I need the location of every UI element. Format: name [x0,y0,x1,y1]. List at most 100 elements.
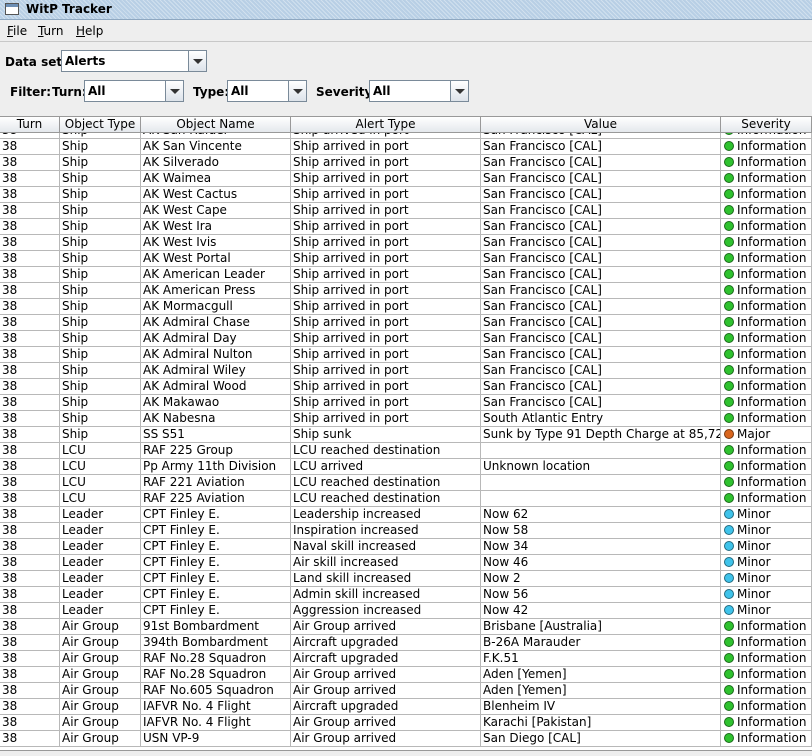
cell-object-name: AK Nabesna [141,411,291,427]
severity-filter-select[interactable]: All [369,80,469,102]
cell-severity: Information [721,155,812,171]
cell-severity: Minor [721,539,812,555]
table-row[interactable]: 38 Ship AK Waimea Ship arrived in port San F… [0,171,812,187]
table-row[interactable]: 38 Leader CPT Finley E. Aggression increase… [0,603,812,619]
cell-severity: Minor [721,603,812,619]
chevron-down-icon[interactable] [165,81,183,101]
severity-label: Major [737,427,771,441]
table-row[interactable]: 38 LCU RAF 225 Group LCU reached destinatio… [0,443,812,459]
severity-status-icon [724,477,734,487]
table-row[interactable]: 38 Ship AK West Portal Ship arrived in port… [0,251,812,267]
cell-object-name: RAF 225 Group [141,443,291,459]
severity-status-icon [724,301,734,311]
table-row[interactable]: 38 Air Group RAF No.605 Squadron Air Group … [0,683,812,699]
column-header-value[interactable]: Value [481,117,721,132]
column-header-alert-type[interactable]: Alert Type [291,117,481,132]
cell-severity: Information [721,635,812,651]
table-row[interactable]: 38 Leader CPT Finley E. Admin skill increas… [0,587,812,603]
dataset-select[interactable]: Alerts [61,50,207,72]
table-row[interactable]: 38 Ship SS S51 Ship sunk Sunk by Type 91 Dep… [0,427,812,443]
table-row[interactable]: 38 Ship AK Admiral Chase Ship arrived in po… [0,315,812,331]
table-row[interactable]: 38 Ship AK Admiral Day Ship arrived in port… [0,331,812,347]
cell-value: South Atlantic Entry [481,411,721,427]
table-row[interactable]: 38 Ship AK West Cape Ship arrived in port Sa… [0,203,812,219]
severity-status-icon [724,717,734,727]
severity-label: Information [737,251,807,265]
table-row[interactable]: 38 Ship AK Silverado Ship arrived in port Sa… [0,155,812,171]
turn-filter-select[interactable]: All [84,80,184,102]
alerts-table-body[interactable]: 38ShipAK San RafaelShip arrived in portS… [0,123,812,747]
table-row[interactable]: 38 Leader CPT Finley E. Land skill increase… [0,571,812,587]
table-row[interactable]: 38 Leader CPT Finley E. Naval skill increas… [0,539,812,555]
cell-value: San Francisco [CAL] [481,235,721,251]
table-row[interactable]: 38 Air Group RAF No.28 Squadron Air Group a… [0,667,812,683]
table-row[interactable]: 38 Air Group IAFVR No. 4 Flight Air Group a… [0,715,812,731]
table-row[interactable]: 38 Air Group 91st Bombardment Air Group arr… [0,619,812,635]
cell-severity: Information [721,331,812,347]
cell-turn: 38 [0,619,60,635]
chevron-down-icon[interactable] [288,81,306,101]
cell-object-name: CPT Finley E. [141,523,291,539]
table-row[interactable]: 38 Ship AK Admiral Wiley Ship arrived in po… [0,363,812,379]
cell-severity: Information [721,251,812,267]
table-row[interactable]: 38 Ship AK West Ivis Ship arrived in port Sa… [0,235,812,251]
table-row[interactable]: 38 Air Group USN VP-9 Air Group arrived San … [0,731,812,747]
cell-alert-type: Ship arrived in port [291,379,481,395]
table-row[interactable]: 38 LCU RAF 221 Aviation LCU reached destina… [0,475,812,491]
cell-turn: 38 [0,491,60,507]
menu-help[interactable]: Help [76,24,103,38]
table-row[interactable]: 38 Ship AK San Vincente Ship arrived in por… [0,139,812,155]
cell-turn: 38 [0,219,60,235]
table-row[interactable]: 38 Air Group 394th Bombardment Aircraft upg… [0,635,812,651]
alerts-table[interactable]: 38ShipAK San RafaelShip arrived in portS… [0,116,812,751]
severity-label: Information [737,171,807,185]
table-row[interactable]: 38 Leader CPT Finley E. Leadership increase… [0,507,812,523]
menu-turn[interactable]: Turn [38,24,63,38]
cell-object-type: Air Group [60,683,141,699]
cell-value: Now 46 [481,555,721,571]
cell-object-type: LCU [60,443,141,459]
severity-label: Information [737,699,807,713]
table-row[interactable]: 38 Ship AK West Ira Ship arrived in port San… [0,219,812,235]
cell-severity: Information [721,731,812,747]
table-row[interactable]: 38 Ship AK Mormacgull Ship arrived in port S… [0,299,812,315]
window-titlebar[interactable]: WitP Tracker [0,0,812,20]
type-filter-select[interactable]: All [227,80,307,102]
menu-file[interactable]: File [7,24,27,38]
cell-alert-type: Inspiration increased [291,523,481,539]
dataset-label: Data set: [5,55,67,69]
column-header-object-type[interactable]: Object Type [60,117,141,132]
column-header-severity[interactable]: Severity [721,117,812,132]
table-row[interactable]: 38 Ship AK American Leader Ship arrived in … [0,267,812,283]
table-row[interactable]: 38 Leader CPT Finley E. Inspiration increas… [0,523,812,539]
table-row[interactable]: 38 Leader CPT Finley E. Air skill increased… [0,555,812,571]
table-row[interactable]: 38 Air Group IAFVR No. 4 Flight Aircraft up… [0,699,812,715]
chevron-down-icon[interactable] [188,51,206,71]
table-row[interactable]: 38 Ship AK Admiral Nulton Ship arrived in p… [0,347,812,363]
cell-severity: Information [721,667,812,683]
cell-object-name: AK West Ira [141,219,291,235]
table-row[interactable]: 38 Ship AK Makawao Ship arrived in port San … [0,395,812,411]
cell-object-type: LCU [60,475,141,491]
cell-turn: 38 [0,475,60,491]
cell-object-name: USN VP-9 [141,731,291,747]
table-row[interactable]: 38 Air Group RAF No.28 Squadron Aircraft up… [0,651,812,667]
column-header-turn[interactable]: Turn [0,117,60,132]
table-row[interactable]: 38 Ship AK Nabesna Ship arrived in port Sout… [0,411,812,427]
cell-alert-type: Ship arrived in port [291,235,481,251]
cell-turn: 38 [0,587,60,603]
severity-label: Information [737,459,807,473]
chevron-down-icon[interactable] [450,81,468,101]
cell-alert-type: Ship arrived in port [291,219,481,235]
table-row[interactable]: 38 LCU RAF 225 Aviation LCU reached destina… [0,491,812,507]
table-row[interactable]: 38 Ship AK American Press Ship arrived in p… [0,283,812,299]
table-row[interactable]: 38 LCU Pp Army 11th Division LCU arrived Unk… [0,459,812,475]
cell-object-type: Leader [60,571,141,587]
cell-object-type: Leader [60,603,141,619]
cell-object-name: SS S51 [141,427,291,443]
column-header-object-name[interactable]: Object Name [141,117,291,132]
cell-severity: Information [721,219,812,235]
cell-severity: Information [721,363,812,379]
table-row[interactable]: 38 Ship AK West Cactus Ship arrived in port… [0,187,812,203]
table-row[interactable]: 38 Ship AK Admiral Wood Ship arrived in por… [0,379,812,395]
